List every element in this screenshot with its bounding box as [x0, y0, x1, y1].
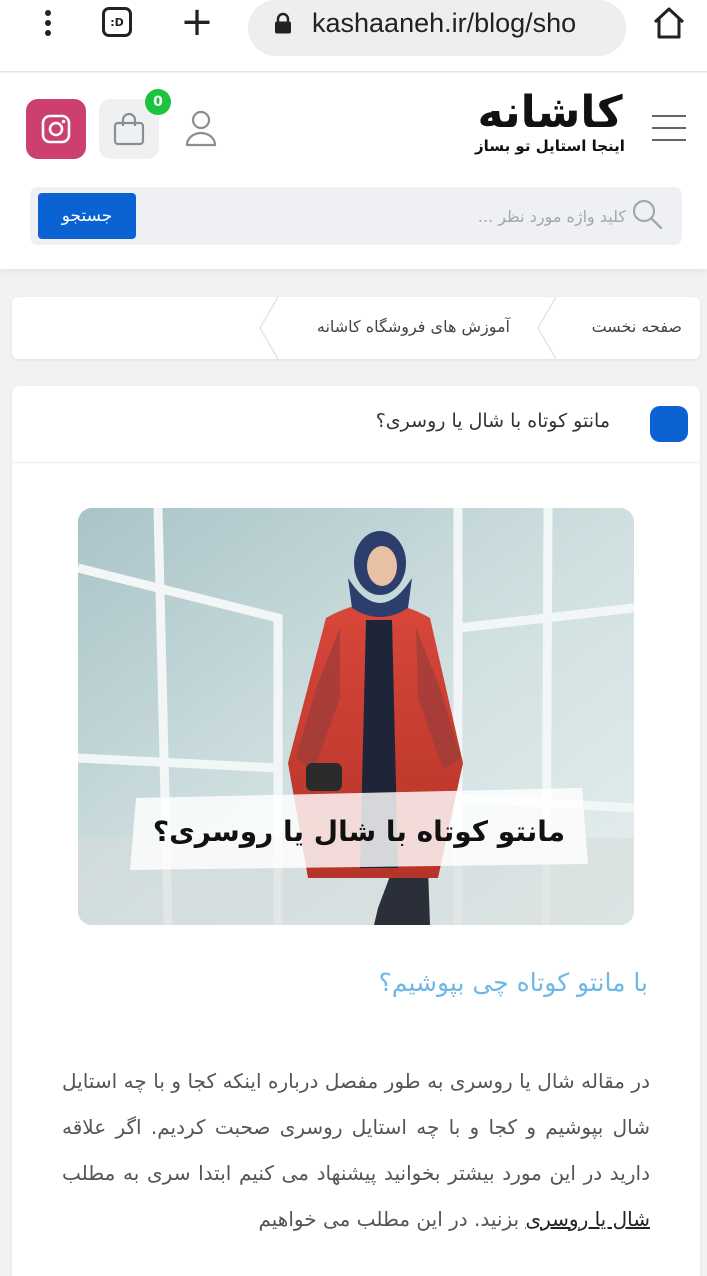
search-box: جستجو	[30, 187, 682, 245]
article-title: مانتو کوتاه با شال یا روسری؟	[375, 410, 610, 432]
search-input[interactable]	[150, 195, 626, 237]
article-paragraph: در مقاله شال یا روسری به طور مفصل درباره…	[62, 1058, 650, 1242]
title-marker-icon	[650, 406, 688, 442]
paragraph-text-end: بزنید. در این مطلب می خواهیم	[258, 1207, 526, 1231]
breadcrumb-separator	[537, 297, 557, 359]
paragraph-text: در مقاله شال یا روسری به طور مفصل درباره…	[62, 1069, 650, 1185]
breadcrumb-separator	[259, 297, 279, 359]
site-logo[interactable]: کاشانه اینجا استایل تو بساز	[468, 91, 632, 159]
instagram-icon	[41, 114, 71, 144]
search-icon	[632, 199, 663, 230]
breadcrumb-home-link[interactable]: صفحه نخست	[592, 317, 682, 336]
logo-name: کاشانه	[477, 87, 623, 138]
user-icon[interactable]	[184, 109, 218, 147]
shawl-or-scarf-link[interactable]: شال یا روسری	[525, 1207, 650, 1231]
url-text[interactable]: kashaaneh.ir/blog/sho	[312, 8, 614, 39]
search-button[interactable]: جستجو	[38, 193, 136, 239]
kebab-menu-icon[interactable]	[40, 8, 56, 40]
new-tab-icon[interactable]: +	[180, 2, 214, 42]
cart-count-badge: 0	[145, 89, 171, 115]
hamburger-menu-icon[interactable]	[652, 115, 686, 143]
instagram-button[interactable]	[26, 99, 86, 159]
breadcrumb: صفحه نخست آموزش های فروشگاه کاشانه	[12, 297, 700, 359]
hero-image[interactable]: مانتو کوتاه با شال یا روسری؟	[78, 508, 634, 925]
browser-toolbar: :D + kashaaneh.ir/blog/sho	[0, 0, 707, 72]
logo-tagline: اینجا استایل تو بساز	[475, 137, 625, 155]
section-heading: با مانتو کوتاه چی بپوشیم؟	[378, 968, 648, 997]
article-header: مانتو کوتاه با شال یا روسری؟	[12, 386, 700, 463]
lock-icon	[275, 12, 291, 34]
extension-icon[interactable]: :D	[102, 7, 132, 37]
article-card: مانتو کوتاه با شال یا روسری؟ مانتو کوتاه…	[12, 386, 700, 1276]
breadcrumb-category-link[interactable]: آموزش های فروشگاه کاشانه	[317, 317, 510, 336]
home-icon[interactable]	[650, 4, 688, 42]
hero-caption: مانتو کوتاه با شال یا روسری؟	[152, 814, 566, 848]
shopping-bag-icon	[113, 112, 145, 146]
site-header: 0 کاشانه اینجا استایل تو بساز جستجو	[0, 73, 707, 269]
